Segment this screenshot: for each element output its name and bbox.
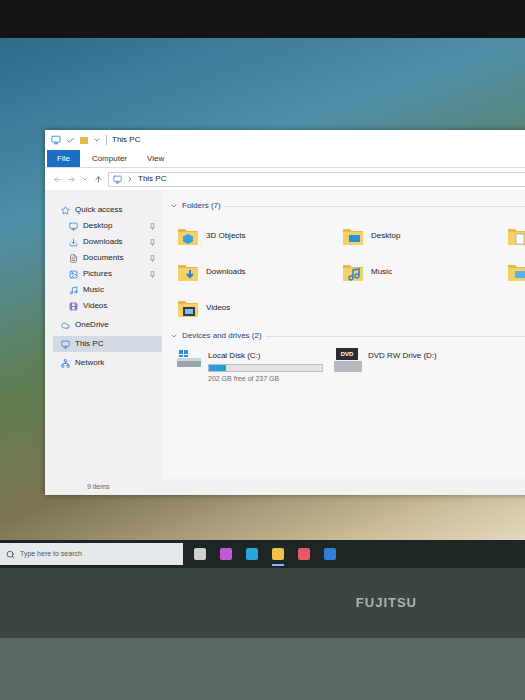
folders-group-header[interactable]: Folders (7) — [170, 200, 525, 212]
drives-grid: Local Disk (C:)202 GB free of 237 GBDVDD… — [170, 346, 525, 385]
title-bar: This PC — [45, 130, 525, 150]
sidebar-item[interactable]: Network — [53, 355, 162, 371]
sidebar-item-icon — [69, 302, 78, 311]
sidebar-item-icon — [61, 340, 70, 349]
search-box[interactable]: Type here to search — [0, 543, 183, 565]
search-icon — [6, 550, 15, 559]
keyboard-deck — [0, 638, 525, 700]
sidebar-item[interactable]: Music — [53, 282, 162, 298]
folder-icon — [176, 296, 200, 320]
pin-icon[interactable] — [149, 223, 156, 230]
desktop: This PCFileComputerViewThis PCQuick acce… — [0, 38, 525, 540]
folder-item[interactable]: Videos — [176, 290, 341, 326]
folder-icon — [506, 260, 525, 284]
sidebar-item[interactable]: Documents — [53, 250, 162, 266]
drive-label: Local Disk (C:) — [208, 350, 323, 362]
navigation-pane: Quick accessDesktopDownloadsDocumentsPic… — [45, 190, 162, 479]
folder-item[interactable] — [506, 254, 525, 290]
taskbar: Type here to search — [0, 540, 525, 568]
ribbon-tab[interactable]: View — [139, 150, 172, 167]
drive-label: DVD RW Drive (D:) — [368, 350, 437, 362]
sidebar-item[interactable]: Desktop — [53, 218, 162, 234]
explorer-body: Quick accessDesktopDownloadsDocumentsPic… — [45, 190, 525, 479]
drive-free-space: 202 GB free of 237 GB — [208, 374, 323, 385]
sidebar-item-icon — [69, 270, 78, 279]
properties-icon[interactable] — [66, 136, 75, 145]
new-folder-icon[interactable] — [80, 137, 88, 144]
sidebar-item-icon — [61, 359, 70, 368]
folder-icon — [176, 224, 200, 248]
navigation-bar: This PC — [45, 168, 525, 190]
folder-item[interactable]: 3D Objects — [176, 218, 341, 254]
customize-icon[interactable] — [93, 136, 101, 144]
sidebar-item[interactable]: This PC — [53, 336, 162, 352]
drive-item[interactable]: Local Disk (C:) 202 GB free of 237 GB — [176, 346, 334, 385]
title-separator — [106, 135, 107, 145]
address-segment[interactable]: This PC — [126, 173, 166, 185]
status-bar: 9 items — [45, 479, 525, 495]
sidebar-item-icon — [69, 254, 78, 263]
sidebar-item[interactable]: OneDrive — [53, 317, 162, 333]
sidebar-item[interactable]: Videos — [53, 298, 162, 314]
chevron-icon — [126, 175, 134, 183]
sidebar-item-icon — [69, 286, 78, 295]
content-pane: Folders (7) 3D ObjectsDesktopDownloadsMus… — [162, 190, 525, 479]
pin-icon[interactable] — [149, 255, 156, 262]
folder-item[interactable]: Music — [341, 254, 506, 290]
file-explorer-window[interactable]: This PCFileComputerViewThis PCQuick acce… — [45, 130, 525, 495]
task-view-icon[interactable] — [189, 540, 211, 568]
photo-of-laptop: This PCFileComputerViewThis PCQuick acce… — [0, 0, 525, 700]
recent-locations-icon[interactable] — [81, 175, 89, 183]
sidebar-item[interactable]: Downloads — [53, 234, 162, 250]
top-bezel — [0, 0, 525, 38]
store-icon[interactable] — [293, 540, 315, 568]
folders-grid: 3D ObjectsDesktopDownloadsMusicVideos — [170, 218, 525, 326]
folder-item[interactable]: Downloads — [176, 254, 341, 290]
window-title: This PC — [112, 134, 140, 146]
pin-icon[interactable] — [149, 271, 156, 278]
folder-icon — [506, 224, 525, 248]
brand-logo: FUJITSU — [356, 593, 417, 613]
pin-icon[interactable] — [149, 239, 156, 246]
address-bar[interactable]: This PC — [108, 172, 525, 187]
dvd-drive-icon: DVD — [334, 348, 362, 372]
sidebar-item[interactable]: Pictures — [53, 266, 162, 282]
collapse-icon — [170, 202, 178, 210]
folder-icon — [341, 260, 365, 284]
hard-disk-icon — [176, 348, 202, 370]
sidebar-item-icon — [61, 321, 70, 330]
copilot-icon[interactable] — [215, 540, 237, 568]
ribbon-tab[interactable]: Computer — [84, 150, 135, 167]
ribbon-tabs: FileComputerView — [45, 150, 525, 168]
drives-group-header[interactable]: Devices and drives (2) — [170, 330, 525, 342]
sidebar-item-icon — [69, 222, 78, 231]
edge-icon[interactable] — [241, 540, 263, 568]
up-arrow-icon[interactable] — [94, 175, 103, 184]
file-explorer-icon[interactable] — [267, 540, 289, 568]
folder-item[interactable] — [506, 218, 525, 254]
this-pc-icon — [51, 135, 61, 145]
folder-icon — [341, 224, 365, 248]
folder-icon — [176, 260, 200, 284]
folder-item[interactable]: Desktop — [341, 218, 506, 254]
sidebar-item-icon — [69, 238, 78, 247]
back-arrow-icon[interactable] — [53, 175, 62, 184]
ribbon-tab[interactable]: File — [47, 150, 80, 167]
collapse-icon — [170, 332, 178, 340]
sidebar-item-icon — [61, 206, 70, 215]
mail-icon[interactable] — [319, 540, 341, 568]
this-pc-icon — [113, 175, 122, 184]
drive-item[interactable]: DVD DVD RW Drive (D:) — [334, 346, 524, 385]
drive-usage-bar — [208, 364, 323, 372]
forward-arrow-icon[interactable] — [67, 175, 76, 184]
sidebar-item[interactable]: Quick access — [53, 202, 162, 218]
dvd-badge: DVD — [341, 351, 354, 357]
laptop-bezel: FUJITSU — [0, 568, 525, 638]
